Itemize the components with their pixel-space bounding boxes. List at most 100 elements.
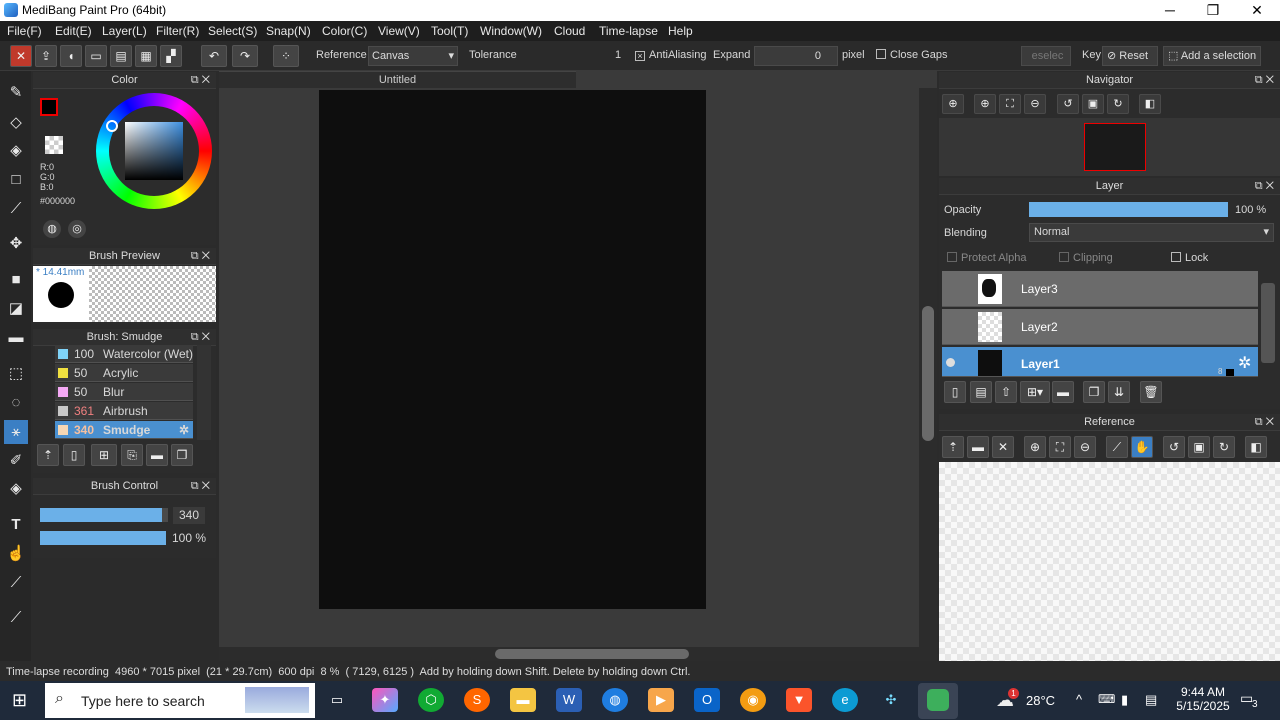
navigator-viewport[interactable] xyxy=(1084,123,1146,171)
layer-list-scrollbar[interactable] xyxy=(1261,283,1275,363)
magic-wand-icon[interactable]: ⚹ xyxy=(4,420,28,444)
close-icon[interactable]: ✕ xyxy=(992,436,1014,458)
menu-select[interactable]: Select(S) xyxy=(208,24,257,38)
eraser-tool-icon[interactable]: ◇ xyxy=(4,111,28,135)
deselect-button[interactable]: eselec xyxy=(1021,46,1071,66)
hand-tool-icon[interactable]: ⟋ xyxy=(4,606,28,630)
brush-item-selected[interactable]: 340 Smudge ✲ xyxy=(55,421,193,439)
canvas-page[interactable] xyxy=(319,90,706,609)
panel-controls-icon[interactable]: ⧉ ✕ xyxy=(191,72,210,89)
open-folder-icon[interactable]: ▬ xyxy=(967,436,989,458)
menu-color[interactable]: Color(C) xyxy=(322,24,367,38)
add-brush-menu-icon[interactable]: ⊞ xyxy=(91,444,117,466)
panel-controls-icon[interactable]: ⧉ ✕ xyxy=(1255,414,1274,431)
blending-select[interactable]: Normal ▾ xyxy=(1029,223,1274,242)
antialiasing-checkbox[interactable]: × AntiAliasing xyxy=(635,49,706,61)
document-tab[interactable]: Untitled xyxy=(219,71,576,88)
cloud-upload-icon[interactable]: ⇡ xyxy=(37,444,59,466)
protect-alpha-checkbox[interactable]: Protect Alpha xyxy=(947,252,1026,264)
visibility-icon[interactable] xyxy=(946,358,955,367)
brush-size-slider[interactable] xyxy=(40,508,168,522)
grid-icon[interactable]: ▞ xyxy=(160,45,182,67)
windows-start-icon[interactable]: ⊞ xyxy=(12,690,32,710)
zoom-icon[interactable]: ⊕ xyxy=(942,94,964,114)
saturation-value-square[interactable] xyxy=(125,122,183,180)
menu-filter[interactable]: Filter(R) xyxy=(156,24,199,38)
clipping-checkbox[interactable]: Clipping xyxy=(1059,252,1113,264)
gear-icon[interactable]: ✲ xyxy=(179,421,189,439)
menu-tool[interactable]: Tool(T) xyxy=(431,24,468,38)
task-view-icon[interactable]: ▭ xyxy=(324,688,350,712)
fit-screen-icon[interactable]: ⛶ xyxy=(999,94,1021,114)
menu-timelapse[interactable]: Time-lapse xyxy=(599,24,658,38)
chrome-canary-icon[interactable]: ◉ xyxy=(740,688,766,712)
folder-icon[interactable]: ▬ xyxy=(146,444,168,466)
lasso-icon[interactable]: ◌ xyxy=(4,391,28,415)
new-layer-icon[interactable]: ▯ xyxy=(944,381,966,403)
edge-icon[interactable]: e xyxy=(832,688,858,712)
layer-row[interactable]: Layer2 xyxy=(942,309,1258,345)
operation-tool-icon[interactable]: ☝ xyxy=(4,542,28,566)
brush-item[interactable]: 50 Acrylic xyxy=(55,364,193,382)
pen-icon[interactable]: ⟋ xyxy=(4,197,28,221)
menu-window[interactable]: Window(W) xyxy=(480,24,542,38)
gradient-icon[interactable]: ▬ xyxy=(4,326,28,350)
select-eraser-icon[interactable]: ◈ xyxy=(4,477,28,501)
rectangle-icon[interactable]: □ xyxy=(4,168,28,192)
lock-checkbox[interactable]: Lock xyxy=(1171,252,1208,264)
media-player-icon[interactable]: ▶ xyxy=(648,688,674,712)
duplicate-icon[interactable]: ❐ xyxy=(171,444,193,466)
export-icon[interactable]: ⇪ xyxy=(35,45,57,67)
brush-size-value[interactable]: 340 xyxy=(173,507,205,524)
reference-image-area[interactable] xyxy=(939,462,1280,661)
fit-screen-icon[interactable]: ⛶ xyxy=(1049,436,1071,458)
expand-input[interactable]: 0 xyxy=(754,46,838,66)
layer-row[interactable]: Layer3 xyxy=(942,271,1258,307)
vertical-scroll-thumb[interactable] xyxy=(922,306,934,441)
layer-up-icon[interactable]: ⇧ xyxy=(995,381,1017,403)
game-icon[interactable]: ✣ xyxy=(878,688,904,712)
brush-item[interactable]: 361 Airbrush xyxy=(55,402,193,420)
minimize-button[interactable]: ─ xyxy=(1147,0,1193,21)
chevron-up-icon[interactable]: ^ xyxy=(1076,692,1082,707)
fill-rect-icon[interactable]: ■ xyxy=(4,268,28,292)
zoom-in-icon[interactable]: ⊕ xyxy=(974,94,996,114)
maximize-button[interactable]: ❐ xyxy=(1190,0,1236,21)
zoom-out-icon[interactable]: ⊖ xyxy=(1024,94,1046,114)
folder-icon[interactable]: ▬ xyxy=(1052,381,1074,403)
close-gaps-checkbox[interactable]: Close Gaps xyxy=(876,49,947,61)
navigator-view[interactable] xyxy=(939,118,1280,176)
menu-snap[interactable]: Snap(N) xyxy=(266,24,311,38)
undo-icon[interactable]: ↶ xyxy=(201,45,227,67)
reset-view-icon[interactable]: ▣ xyxy=(1188,436,1210,458)
nox-icon[interactable]: ⬡ xyxy=(418,688,444,712)
new-halftone-layer-icon[interactable]: ▤ xyxy=(970,381,992,403)
horizontal-scroll-thumb[interactable] xyxy=(495,649,689,659)
brush-tool-icon[interactable]: ✎ xyxy=(4,81,28,105)
panel-controls-icon[interactable]: ⧉ ✕ xyxy=(1255,72,1274,89)
trash-icon[interactable]: 🗑 xyxy=(1140,381,1162,403)
menu-edit[interactable]: Edit(E) xyxy=(55,24,92,38)
close-button[interactable]: ✕ xyxy=(1234,0,1280,21)
language-icon[interactable]: ⌨ xyxy=(1098,692,1115,706)
taskbar-search-box[interactable]: ⌕ Type here to search xyxy=(45,683,315,718)
layer-row-selected[interactable]: Layer1 8 ✲ xyxy=(942,347,1258,377)
gear-icon[interactable]: ✲ xyxy=(1238,353,1251,373)
outlook-icon[interactable]: O xyxy=(694,688,720,712)
brave-icon[interactable]: ▼ xyxy=(786,688,812,712)
brush-item[interactable]: 100 Watercolor (Wet) xyxy=(55,345,193,363)
medibang-taskbar-icon[interactable] xyxy=(918,683,958,719)
zoom-out-icon[interactable]: ⊖ xyxy=(1074,436,1096,458)
add-layer-menu-icon[interactable]: ⊞▾ xyxy=(1020,381,1050,403)
flip-icon[interactable]: ◧ xyxy=(1139,94,1161,114)
menu-help[interactable]: Help xyxy=(668,24,693,38)
clear-selection-icon[interactable]: ✕ xyxy=(10,45,32,67)
select-rect-icon[interactable]: ⬚ xyxy=(4,362,28,386)
rotate-right-icon[interactable]: ↻ xyxy=(1107,94,1129,114)
panel-controls-icon[interactable]: ⧉ ✕ xyxy=(191,248,210,265)
reference-select[interactable]: Canvas ▾ xyxy=(368,46,458,66)
panel-controls-icon[interactable]: ⧉ ✕ xyxy=(1255,178,1274,195)
brush-list-scrollbar[interactable] xyxy=(197,345,211,440)
browser-globe-icon[interactable]: ◍ xyxy=(602,688,628,712)
microphone-icon[interactable]: ▮ xyxy=(1121,692,1128,708)
